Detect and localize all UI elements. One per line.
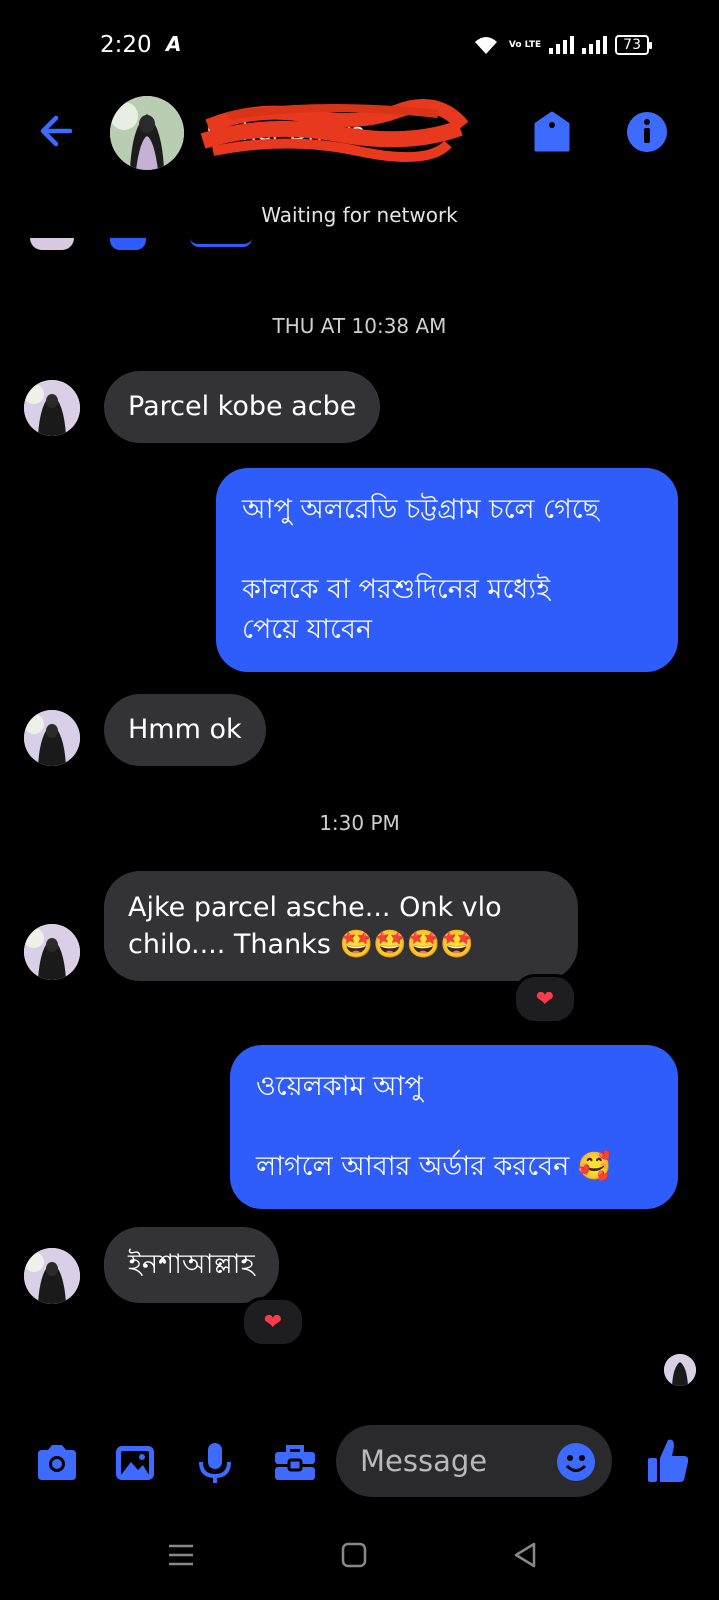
toolbox-icon[interactable]: [272, 1440, 318, 1486]
thumbs-up-icon[interactable]: [646, 1436, 690, 1486]
incoming-message[interactable]: Hmm ok: [104, 694, 266, 766]
back-arrow-icon[interactable]: [34, 110, 76, 152]
microphone-icon[interactable]: [192, 1440, 238, 1486]
heart-reaction[interactable]: ❤: [513, 974, 577, 1024]
camera-icon[interactable]: [34, 1440, 80, 1486]
sender-avatar[interactable]: [24, 710, 80, 766]
seen-receipt-avatar: [664, 1354, 696, 1386]
redaction-scribble: [200, 99, 468, 163]
status-indicators: Vo LTE 73: [471, 34, 652, 56]
timestamp: THU AT 10:38 AM: [272, 314, 447, 338]
volte-icon: Vo LTE: [508, 39, 542, 50]
shield-icon[interactable]: [530, 110, 574, 154]
wifi-icon: [474, 37, 497, 54]
sender-avatar[interactable]: [24, 924, 80, 980]
signal-icon-2: [582, 36, 608, 54]
sender-avatar[interactable]: [24, 380, 80, 436]
incoming-message[interactable]: Parcel kobe acbe: [104, 371, 381, 443]
emoji-icon[interactable]: [556, 1442, 596, 1482]
outgoing-message[interactable]: ওয়েলকাম আপু লাগলে আবার অর্ডার করবেন 🥰: [230, 1045, 678, 1209]
notification-icon: A: [166, 32, 182, 56]
heart-reaction[interactable]: ❤: [241, 1297, 305, 1347]
cutoff-avatar: [30, 238, 74, 250]
incoming-message[interactable]: ইনশাআল্লাহ: [104, 1227, 279, 1303]
cutoff-bubble: [110, 238, 146, 250]
cutoff-bubble-2: [190, 238, 252, 247]
contact-avatar[interactable]: [110, 96, 184, 170]
message-line: Ajke parcel asche... Onk vlo: [128, 892, 502, 923]
sender-avatar[interactable]: [24, 1248, 80, 1304]
timestamp: 1:30 PM: [319, 811, 400, 835]
network-status: Waiting for network: [261, 203, 458, 227]
home-icon[interactable]: [339, 1540, 369, 1570]
message-line: chilo.... Thanks 🤩🤩🤩🤩: [128, 929, 474, 960]
outgoing-message[interactable]: আপু অলরেডি চট্টগ্রাম চলে গেছে কালকে বা প…: [216, 468, 678, 672]
info-icon[interactable]: [625, 110, 669, 154]
battery-icon: 73: [615, 35, 652, 55]
back-triangle-icon[interactable]: [510, 1540, 540, 1570]
incoming-message[interactable]: Ajke parcel asche... Onk vlo chilo.... T…: [104, 871, 578, 981]
menu-icon[interactable]: [166, 1540, 196, 1570]
gallery-icon[interactable]: [112, 1440, 158, 1486]
status-time: 2:20: [100, 32, 152, 58]
signal-icon: [549, 36, 575, 54]
